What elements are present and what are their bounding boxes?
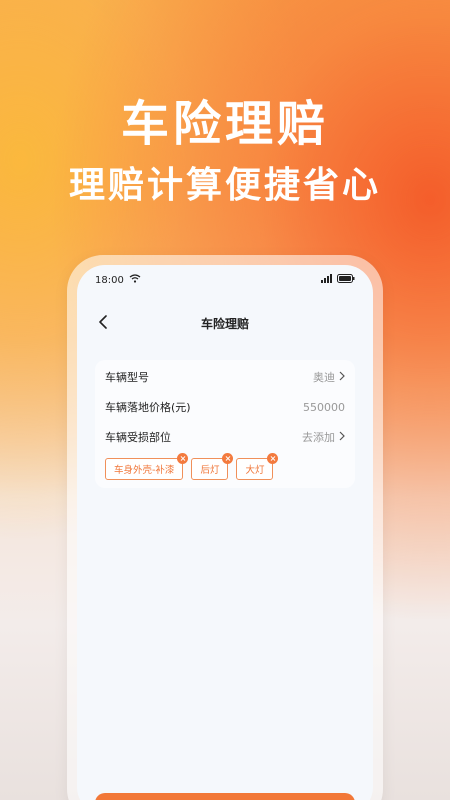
page-title: 车险理赔 (200, 316, 249, 331)
vehicle-price-row[interactable]: 车辆落地价格(元) 550000 (105, 392, 345, 422)
close-icon[interactable]: × (222, 453, 234, 464)
phone-mockup: 18:00 车险理赔 车辆型号 奥迪 车辆落地价格(元) 550000 车辆受损… (67, 255, 383, 800)
damage-part-row[interactable]: 车辆受损部位 去添加 (105, 422, 345, 452)
row-label: 车辆落地价格(元) (105, 401, 191, 414)
tag-label: 车身外壳-补漆 (114, 465, 175, 476)
signal-icon (321, 274, 333, 286)
nav-bar: 车险理赔 (77, 305, 373, 341)
close-icon[interactable]: × (267, 453, 279, 464)
close-icon[interactable]: × (177, 453, 189, 464)
back-button[interactable] (93, 313, 113, 333)
row-label: 车辆受损部位 (105, 431, 171, 444)
claim-form-card: 车辆型号 奥迪 车辆落地价格(元) 550000 车辆受损部位 去添加 车身外壳… (95, 360, 355, 488)
damage-tag[interactable]: 大灯 × (236, 453, 279, 480)
tag-label: 大灯 (245, 465, 265, 476)
vehicle-price-input[interactable]: 550000 (303, 401, 345, 414)
hero-title: 车险理赔 (120, 96, 329, 152)
chevron-left-icon (98, 314, 108, 333)
app-screen: 18:00 车险理赔 车辆型号 奥迪 车辆落地价格(元) 550000 车辆受损… (77, 265, 373, 800)
hero-subtitle: 理赔计算便捷省心 (68, 165, 381, 206)
damage-tag[interactable]: 车身外壳-补漆 × (105, 453, 189, 480)
status-bar: 18:00 (95, 271, 355, 289)
wifi-icon (129, 274, 141, 286)
add-damage-link[interactable]: 去添加 (302, 429, 335, 445)
calculate-button[interactable] (95, 793, 355, 800)
chevron-right-icon (339, 371, 345, 384)
status-time: 18:00 (95, 274, 124, 286)
vehicle-model-value: 奥迪 (313, 371, 335, 384)
row-label: 车辆型号 (105, 371, 149, 384)
chevron-right-icon (339, 431, 345, 444)
vehicle-model-row[interactable]: 车辆型号 奥迪 (105, 362, 345, 392)
damage-tag[interactable]: 后灯 × (191, 453, 234, 480)
damage-tags: 车身外壳-补漆 × 后灯 × 大灯 × (105, 453, 345, 480)
battery-icon (337, 274, 355, 286)
tag-label: 后灯 (200, 465, 220, 476)
